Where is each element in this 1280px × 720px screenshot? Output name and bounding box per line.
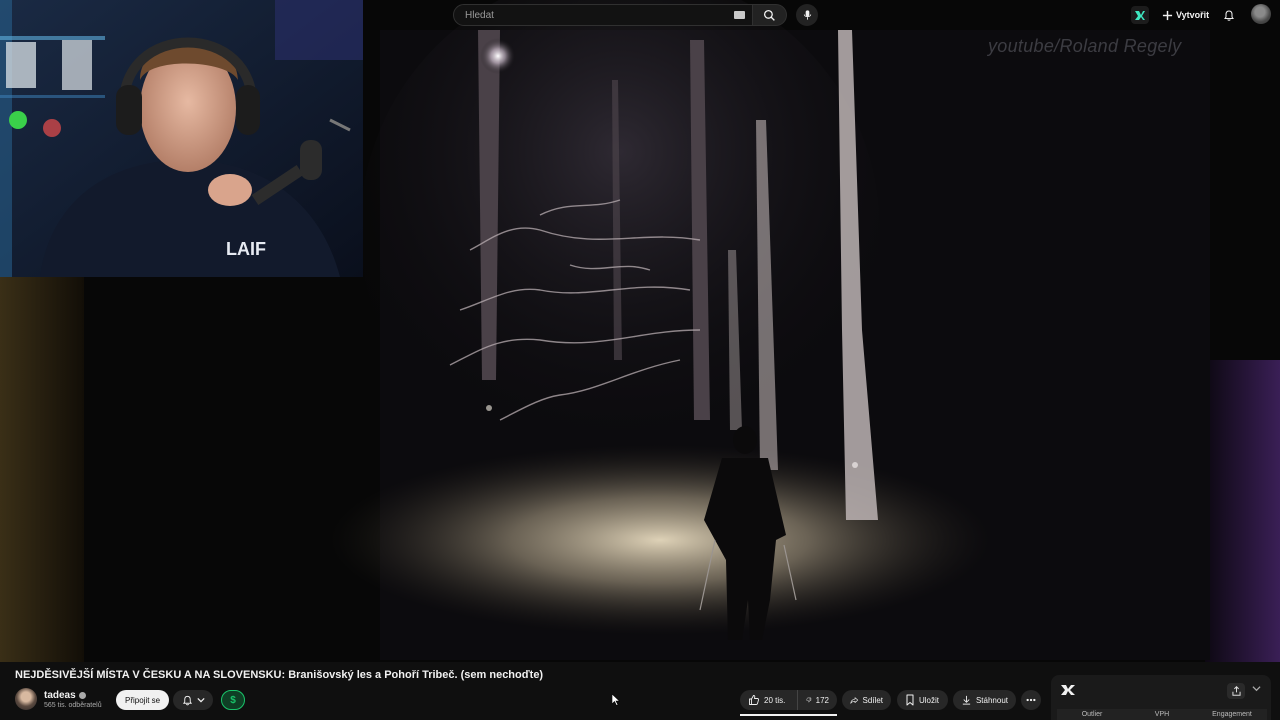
analytics-extension-panel: Outlier VPH Engagement [1051,675,1271,720]
join-button[interactable]: Připojit se [116,690,170,710]
mic-icon [803,10,811,20]
channel-name[interactable]: tadeas [44,690,86,701]
create-label: Vytvořit [1176,10,1210,20]
notifications-button[interactable] [1220,6,1238,24]
extension-logo-icon [1061,685,1075,695]
video-title: NEJDĚSIVĚJŠÍ MÍSTA V ČESKU A NA SLOVENSK… [15,669,544,681]
upload-icon [1231,686,1241,696]
bookmark-icon [906,694,914,706]
thumbs-up-icon [749,695,760,705]
download-icon [962,695,971,705]
keyboard-icon[interactable] [734,11,745,19]
share-label: Sdílet [862,695,883,705]
video-watermark: youtube/Roland Regely [988,36,1182,56]
voice-search-button[interactable] [796,4,818,26]
bell-icon [182,695,192,705]
share-button[interactable]: Sdílet [842,690,891,710]
channel-name-text: tadeas [44,690,76,701]
thanks-button[interactable]: $ [221,690,245,710]
like-ratio-bar [740,714,837,716]
channel-avatar[interactable] [15,688,37,710]
panel-column-engagement[interactable]: Engagement [1197,709,1267,720]
like-count: 20 tis. [764,695,786,705]
account-avatar[interactable] [1251,4,1271,24]
share-icon [850,696,859,704]
more-actions-button[interactable] [1021,690,1041,710]
panel-metric-columns: Outlier VPH Engagement [1057,709,1267,720]
save-label: Uložit [919,695,940,705]
subscriber-count: 565 tis. odběratelů [44,702,102,709]
download-button[interactable]: Stáhnout [953,690,1016,710]
more-horizontal-icon [1026,698,1036,702]
streamer-webcam: LAIF [0,0,363,277]
thumbs-down-icon [806,697,812,703]
dislike-button[interactable]: 172 [797,690,837,710]
svg-text:LAIF: LAIF [226,239,266,259]
search-button[interactable] [753,4,787,26]
save-button[interactable]: Uložit [897,690,948,710]
dislike-count: 172 [815,695,829,705]
panel-column-outlier[interactable]: Outlier [1057,709,1127,720]
search-input[interactable] [463,8,717,22]
panel-column-vph[interactable]: VPH [1127,709,1197,720]
download-label: Stáhnout [975,695,1008,705]
panel-share-button[interactable] [1227,683,1245,699]
plus-icon [1162,10,1173,20]
webcam-image: LAIF [0,0,363,277]
verified-badge-icon [78,692,86,699]
chevron-down-icon [196,697,205,703]
chevron-down-icon[interactable] [1252,684,1261,693]
bell-icon [1224,9,1234,21]
mouse-cursor-icon [612,694,620,706]
search-icon [763,9,775,21]
search-box[interactable] [453,4,753,26]
like-button[interactable]: 20 tis. [740,690,797,710]
extension-logo-icon [1135,11,1145,20]
extension-button[interactable] [1131,6,1149,24]
create-button[interactable]: Vytvořit [1156,4,1215,26]
subscribed-button[interactable] [173,690,213,710]
